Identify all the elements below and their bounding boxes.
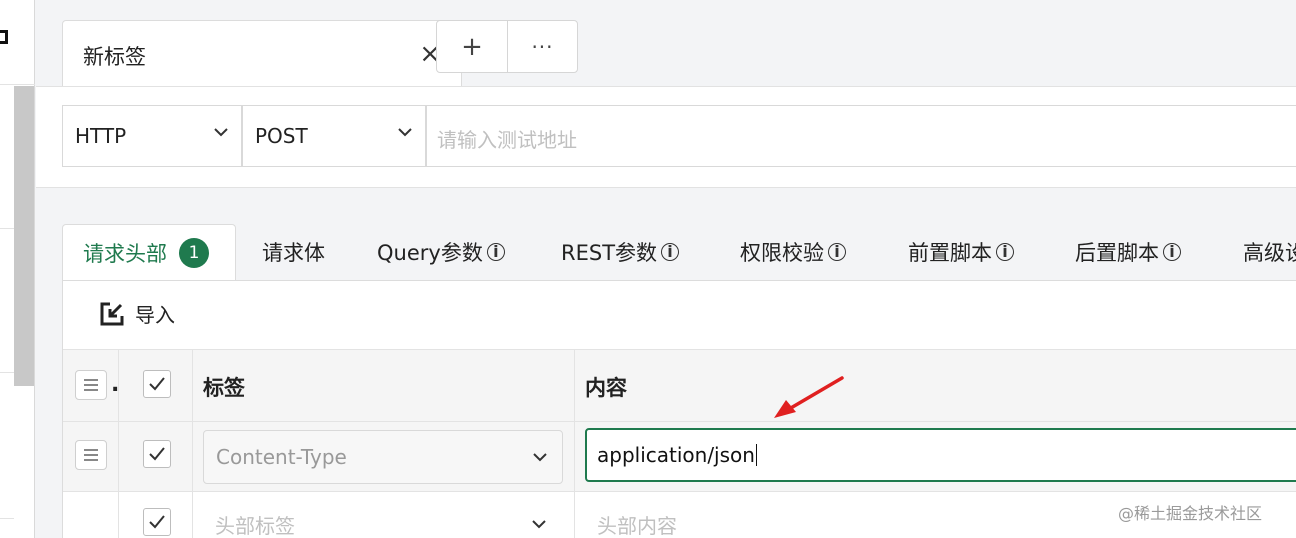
method-select[interactable]: POST: [242, 105, 426, 167]
protocol-select[interactable]: HTTP: [62, 105, 242, 167]
url-bar: HTTP POST 请输入测试地址: [36, 86, 1296, 188]
tab-label: 新标签: [83, 45, 146, 69]
info-icon: i: [828, 243, 846, 261]
header-value-input[interactable]: application/json: [585, 428, 1296, 482]
info-icon: i: [996, 243, 1014, 261]
left-sidebar: [0, 0, 35, 538]
column-header-value: 内容: [585, 376, 627, 400]
check-icon: [149, 377, 165, 391]
info-icon: i: [486, 243, 505, 261]
headers-count-badge: 1: [179, 237, 209, 268]
tab-pre-script[interactable]: 前置脚本 i: [908, 224, 1014, 280]
new-header-label-select[interactable]: 头部标签: [193, 492, 575, 538]
select-all-checkbox[interactable]: [143, 370, 171, 398]
tab-query[interactable]: Query参数 i: [377, 224, 505, 280]
request-tabs: 请求头部 1 请求体 Query参数 i REST参数 i 权限校验 i 前置脚…: [36, 224, 1296, 280]
drag-handle-icon[interactable]: [75, 370, 107, 400]
row-checkbox[interactable]: [143, 508, 171, 536]
url-input[interactable]: 请输入测试地址: [426, 105, 1296, 167]
request-editor: 请求头部 1 请求体 Query参数 i REST参数 i 权限校验 i 前置脚…: [36, 188, 1296, 538]
annotation-arrow-icon: [774, 376, 844, 418]
check-icon: [149, 515, 165, 529]
tab-body[interactable]: 请求体: [262, 224, 325, 280]
add-tab-button[interactable]: +: [437, 21, 507, 72]
chevron-down-icon: [533, 453, 547, 462]
headers-panel: 导入 . 标签 内容 Content-Type application/json…: [62, 280, 1296, 538]
chevron-down-icon: [214, 128, 228, 137]
check-icon: [149, 447, 165, 461]
import-icon: [100, 302, 124, 325]
table-row: Content-Type application/json: [63, 421, 1296, 491]
tab-post-script[interactable]: 后置脚本 i: [1075, 224, 1181, 280]
column-header-label: 标签: [203, 376, 245, 400]
tab-bar: 新标签 × + ···: [36, 0, 1296, 86]
watermark: @稀土掘金技术社区: [1118, 504, 1263, 523]
import-button[interactable]: 导入: [99, 299, 175, 328]
chevron-down-icon: [532, 520, 546, 529]
table-header-row: . 标签 内容: [63, 349, 1296, 421]
tab-actions: + ···: [436, 20, 578, 73]
row-checkbox[interactable]: [143, 440, 171, 468]
table-row-new: 头部标签 头部内容: [63, 491, 1296, 538]
text-cursor: [755, 444, 757, 466]
window-control-icon[interactable]: [0, 30, 8, 44]
url-placeholder: 请输入测试地址: [437, 128, 577, 152]
more-tabs-button[interactable]: ···: [507, 21, 577, 72]
sidebar-scrollbar[interactable]: [14, 86, 34, 386]
tab-new[interactable]: 新标签 ×: [62, 20, 462, 86]
info-icon: i: [661, 243, 680, 261]
tab-advanced[interactable]: 高级设: [1243, 224, 1296, 280]
tab-rest[interactable]: REST参数 i: [561, 224, 680, 280]
chevron-down-icon: [398, 128, 412, 137]
drag-handle-icon[interactable]: [75, 440, 107, 470]
app-root: 新标签 × + ··· HTTP POST 请输入测试地址 请求头部 1 请求体: [0, 0, 1296, 538]
tab-headers[interactable]: 请求头部 1: [62, 224, 236, 280]
header-label-select[interactable]: Content-Type: [203, 430, 563, 484]
info-icon: i: [1163, 243, 1181, 261]
tab-auth[interactable]: 权限校验 i: [740, 224, 846, 280]
